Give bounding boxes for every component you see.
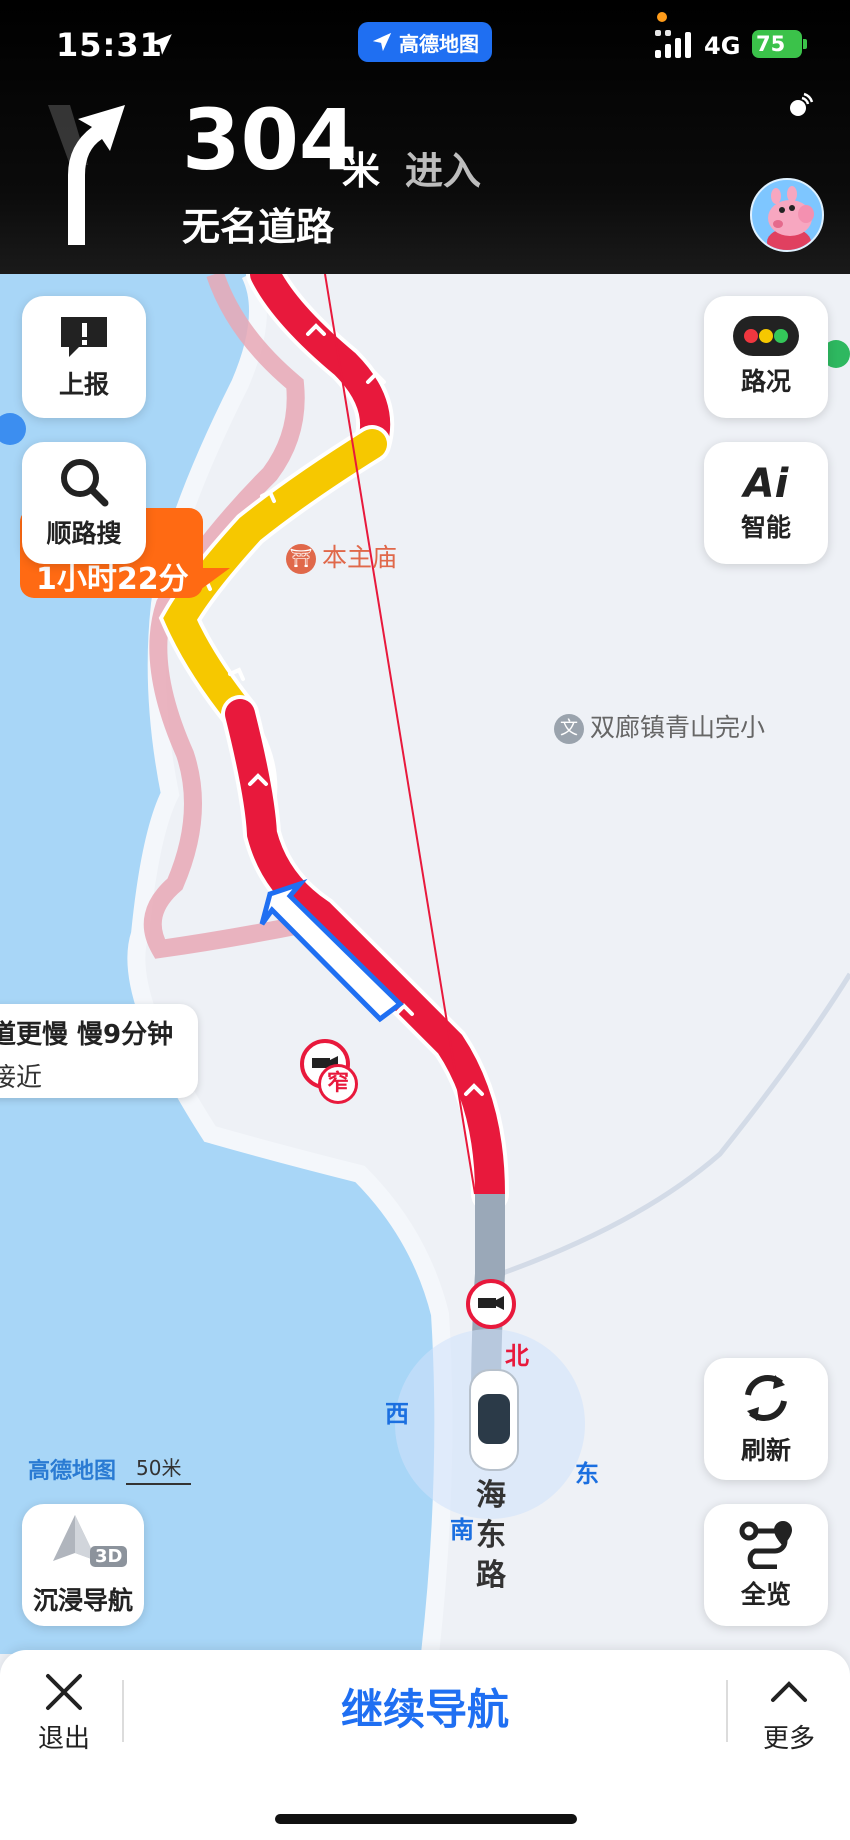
immersive-nav-label: 沉浸导航	[32, 1586, 133, 1615]
school-icon: 文	[554, 714, 584, 744]
immersive-nav-button[interactable]: 3D 沉浸导航	[22, 1504, 144, 1626]
distance-value: 304	[182, 91, 358, 189]
traffic-light-icon	[733, 316, 799, 356]
battery-level: 75	[756, 32, 786, 56]
compass-east: 东	[575, 1460, 599, 1488]
more-button[interactable]: 更多	[748, 1670, 830, 1760]
status-time: 15:31	[56, 26, 163, 64]
alt-route-tip-line1: 道更慢 慢9分钟	[0, 1020, 174, 1050]
continue-navigation-button[interactable]: 继续导航	[230, 1676, 620, 1736]
report-icon	[61, 317, 107, 357]
network-type: 4G	[704, 32, 741, 60]
home-indicator[interactable]	[275, 1814, 577, 1824]
turn-arrow-icon	[48, 105, 125, 245]
more-label: 更多	[762, 1724, 815, 1754]
refresh-button[interactable]: 刷新	[704, 1358, 828, 1480]
next-road-name: 无名道路	[182, 205, 335, 249]
close-icon	[46, 1674, 82, 1710]
bottom-bar: 退出 继续导航 更多	[0, 1650, 850, 1840]
app-switch-pill[interactable]: 高德地图	[358, 22, 492, 62]
navigation-header: 15:31 高德地图 4G 75 304 米 进入 无名道路	[0, 0, 850, 274]
poi-temple[interactable]: ⛩ 本主庙	[286, 538, 397, 574]
route-overview-icon	[739, 1521, 792, 1569]
compass-west: 西	[385, 1400, 409, 1428]
app-name: 高德地图	[399, 31, 479, 56]
distance-unit: 米	[342, 149, 381, 193]
ai-label: 智能	[740, 513, 791, 542]
compass-south: 南	[450, 1516, 474, 1544]
search-icon	[61, 459, 109, 507]
street-label: 海东路	[476, 1476, 516, 1596]
overview-label: 全览	[740, 1580, 791, 1609]
nav-action: 进入	[405, 149, 482, 193]
overview-button[interactable]: 全览	[704, 1504, 828, 1626]
search-along-label: 顺路搜	[46, 519, 122, 548]
divider	[122, 1680, 124, 1742]
compass-north: 北	[505, 1342, 529, 1370]
refresh-icon	[745, 1375, 787, 1421]
alt-route-tip[interactable]: 道更慢 慢9分钟 接近	[0, 1004, 198, 1098]
poi-school[interactable]: 文双廊镇青山完小	[554, 708, 765, 744]
user-avatar[interactable]	[750, 178, 824, 252]
satellite-icon[interactable]	[784, 92, 814, 122]
report-label: 上报	[58, 370, 109, 399]
poi-school-label: 双廊镇青山完小	[590, 713, 766, 742]
avatar-peppa-icon	[767, 186, 814, 250]
battery-indicator: 75	[752, 30, 807, 58]
scale-brand: 高德地图	[28, 1458, 117, 1484]
temple-icon: ⛩	[286, 544, 316, 574]
alt-route-tip-line2: 接近	[0, 1063, 43, 1093]
3d-badge: 3D	[90, 1546, 128, 1567]
scale-value: 50米	[126, 1452, 192, 1485]
ai-button[interactable]: Ai 智能	[704, 442, 828, 564]
eta-text: 1小时22分	[36, 562, 189, 597]
divider	[726, 1680, 728, 1742]
cellular-signal-icon	[655, 30, 691, 58]
chevron-up-icon	[771, 1681, 807, 1702]
search-along-button[interactable]: 顺路搜	[22, 442, 146, 564]
narrow-road-badge: 窄	[318, 1064, 358, 1104]
amap-logo-icon	[372, 32, 392, 52]
mic-indicator-dot	[657, 12, 667, 22]
street-name: 海东路	[476, 1478, 506, 1593]
poi-temple-label: 本主庙	[322, 543, 398, 572]
exit-label: 退出	[37, 1724, 90, 1754]
traffic-button[interactable]: 路况	[704, 296, 828, 418]
ai-logo-icon: Ai	[743, 461, 789, 507]
report-button[interactable]: 上报	[22, 296, 146, 418]
map-scale: 高德地图 50米	[28, 1452, 192, 1485]
exit-button[interactable]: 退出	[24, 1670, 104, 1760]
traffic-label: 路况	[740, 367, 791, 396]
speed-camera-icon	[466, 1279, 516, 1329]
refresh-label: 刷新	[740, 1436, 791, 1465]
location-arrow-icon	[150, 34, 172, 55]
